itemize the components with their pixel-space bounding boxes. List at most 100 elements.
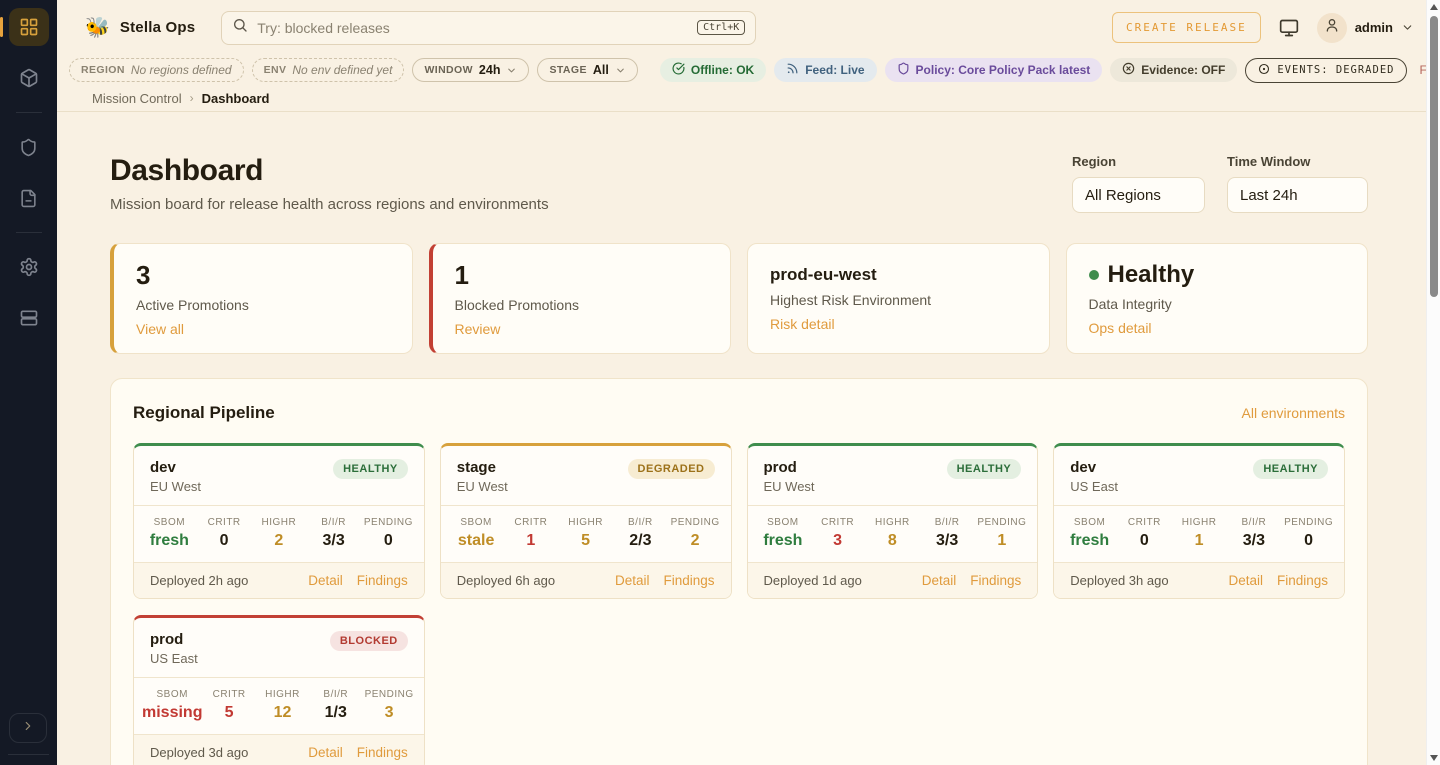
deployed-timestamp: Deployed 3h ago [1070, 573, 1168, 588]
sidebar-item-releases[interactable] [9, 59, 49, 97]
dot-circle-icon [1258, 63, 1270, 78]
stat-value: fresh [142, 532, 197, 550]
stat-label: HIGHR [1172, 517, 1227, 528]
detail-link[interactable]: Detail [1228, 573, 1263, 588]
scroll-up-arrow-icon[interactable] [1430, 4, 1438, 10]
app-title: Stella Ops [120, 19, 195, 36]
status-badge: HEALTHY [947, 459, 1022, 479]
region-control: Region All Regions [1072, 154, 1205, 213]
sidebar-expand-button[interactable] [9, 713, 47, 743]
data-integrity-card: Healthy Data Integrity Ops detail [1066, 243, 1369, 354]
all-environments-link[interactable]: All environments [1242, 405, 1346, 421]
feed-status-label: Feed: Live [805, 63, 864, 77]
stat-bir: B/I/R 3/3 [1227, 517, 1282, 550]
stage-filter[interactable]: STAGE All [537, 58, 637, 82]
risk-detail-link[interactable]: Risk detail [770, 316, 835, 332]
pipeline-card-footer: Deployed 6h ago Detail Findings [441, 562, 731, 598]
findings-link[interactable]: Findings [357, 745, 408, 760]
create-release-button[interactable]: CREATE RELEASE [1112, 12, 1261, 43]
vertical-scrollbar[interactable] [1426, 0, 1440, 765]
pipeline-card-footer: Deployed 2h ago Detail Findings [134, 562, 424, 598]
env-filter[interactable]: ENV No env defined yet [252, 58, 405, 82]
policy-status-pill[interactable]: Policy: Core Policy Pack latest [885, 58, 1103, 82]
detail-link[interactable]: Detail [308, 573, 343, 588]
shield-icon [897, 62, 910, 78]
top-bar-actions: CREATE RELEASE admin [1112, 12, 1414, 43]
stat-label: CRITR [197, 517, 252, 528]
stat-sbom: SBOM fresh [756, 517, 811, 550]
display-monitor-icon[interactable] [1279, 18, 1299, 38]
search-icon [232, 17, 248, 38]
pipeline-card-title-block: stage EU West [457, 459, 508, 494]
evidence-status-pill[interactable]: Evidence: OFF [1110, 58, 1237, 82]
sidebar-divider [16, 232, 42, 233]
detail-link[interactable]: Detail [615, 573, 650, 588]
stat-highr: HIGHR 5 [558, 517, 613, 550]
stat-label: B/I/R [309, 689, 362, 700]
events-status-pill[interactable]: EVENTS: DEGRADED [1245, 58, 1407, 83]
findings-link[interactable]: Findings [663, 573, 714, 588]
stat-pending: PENDING 0 [361, 517, 416, 550]
sidebar-item-dashboard[interactable] [9, 8, 49, 46]
stat-label: SBOM [1062, 517, 1117, 528]
stat-critr: CRITR 5 [202, 689, 255, 722]
window-filter[interactable]: WINDOW 24h [412, 58, 529, 82]
stage-filter-value: All [593, 63, 609, 77]
deployed-timestamp: Deployed 1d ago [764, 573, 862, 588]
region-filter[interactable]: REGION No regions defined [69, 58, 244, 82]
review-link[interactable]: Review [455, 321, 501, 337]
global-search[interactable]: Ctrl+K [221, 11, 756, 45]
time-window-select-label: Time Window [1227, 154, 1368, 169]
stat-value: 3 [810, 532, 865, 550]
sidebar-item-infrastructure[interactable] [9, 299, 49, 337]
offline-status-label: Offline: OK [691, 63, 754, 77]
offline-status-pill[interactable]: Offline: OK [660, 58, 766, 82]
top-bar: 🐝 Stella Ops Ctrl+K CREATE RELEASE admin [57, 0, 1440, 55]
stat-sbom: SBOM stale [449, 517, 504, 550]
search-input[interactable] [257, 20, 688, 36]
pipeline-card-header: dev US East HEALTHY [1054, 446, 1344, 505]
environment-name: dev [150, 459, 201, 476]
sidebar-item-security[interactable] [9, 128, 49, 166]
stat-label: CRITR [504, 517, 559, 528]
user-menu[interactable]: admin [1317, 13, 1414, 43]
breadcrumb-mission-control[interactable]: Mission Control [92, 91, 182, 106]
time-window-control: Time Window Last 24h [1227, 154, 1368, 213]
gear-icon [19, 257, 39, 277]
scrollbar-thumb[interactable] [1430, 16, 1438, 297]
status-badge: HEALTHY [333, 459, 408, 479]
findings-link[interactable]: Findings [970, 573, 1021, 588]
view-all-link[interactable]: View all [136, 321, 184, 337]
highest-risk-env-name: prod-eu-west [770, 261, 1027, 285]
chevron-down-icon [506, 65, 517, 76]
environment-name: stage [457, 459, 508, 476]
region-select[interactable]: All Regions [1072, 177, 1205, 213]
stat-label: HIGHR [252, 517, 307, 528]
stat-label: B/I/R [613, 517, 668, 528]
sidebar-item-documents[interactable] [9, 179, 49, 217]
environment-name: dev [1070, 459, 1118, 476]
sidebar-item-settings[interactable] [9, 248, 49, 286]
feed-status-pill[interactable]: Feed: Live [774, 58, 876, 82]
environment-region: EU West [457, 479, 508, 494]
region-filter-label: REGION [81, 64, 125, 76]
pipeline-card-stats: SBOM missing CRITR 5 HIGHR 12 [134, 677, 424, 734]
findings-link[interactable]: Findings [357, 573, 408, 588]
detail-link[interactable]: Detail [922, 573, 957, 588]
pipeline-card-stats: SBOM fresh CRITR 0 HIGHR 2 [134, 505, 424, 562]
status-badge: HEALTHY [1253, 459, 1328, 479]
detail-link[interactable]: Detail [308, 745, 343, 760]
ops-detail-link[interactable]: Ops detail [1089, 320, 1152, 336]
findings-link[interactable]: Findings [1277, 573, 1328, 588]
time-window-select[interactable]: Last 24h [1227, 177, 1368, 213]
stat-critr: CRITR 3 [810, 517, 865, 550]
chevron-right-icon [21, 719, 35, 738]
page-content: Dashboard Mission board for release heal… [110, 112, 1368, 765]
stat-pending: PENDING 3 [362, 689, 415, 722]
pipeline-card-header: stage EU West DEGRADED [441, 446, 731, 505]
avatar [1317, 13, 1347, 43]
page-subtitle: Mission board for release health across … [110, 196, 549, 213]
scroll-down-arrow-icon[interactable] [1430, 755, 1438, 761]
time-window-select-value: Last 24h [1240, 187, 1298, 204]
stat-critr: CRITR 0 [197, 517, 252, 550]
